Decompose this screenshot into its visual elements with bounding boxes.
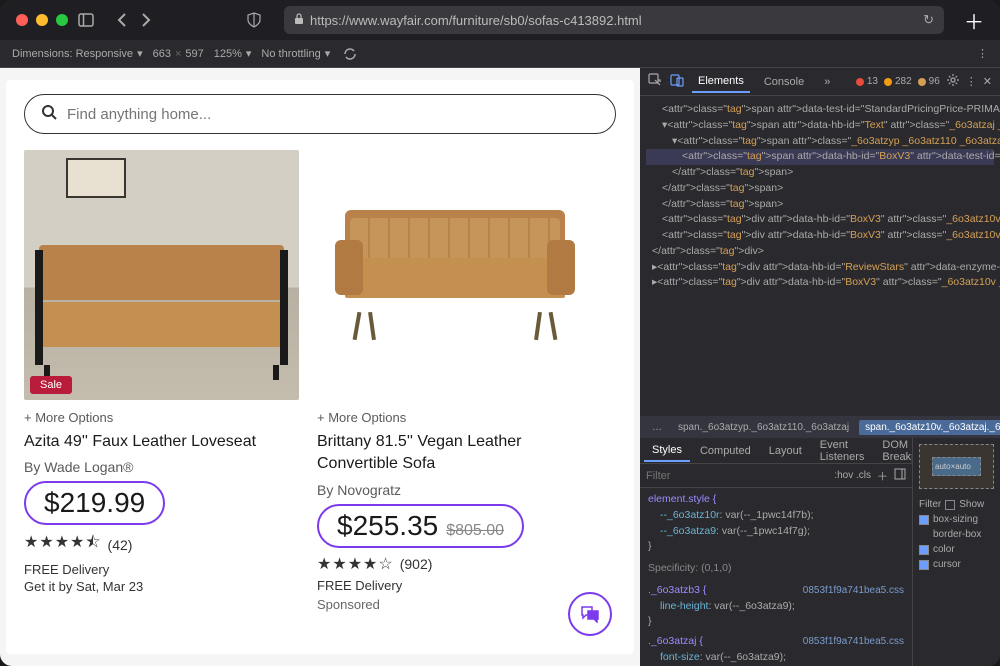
tabs-overflow[interactable]: »: [818, 72, 836, 92]
width-value[interactable]: 663: [153, 48, 171, 60]
devtools-tabs: Elements Console » 13 282 96 ⋮ ✕: [640, 68, 1000, 96]
sidebar-icon[interactable]: [76, 13, 96, 27]
product-brand: By Wade Logan®: [24, 459, 299, 475]
checkbox[interactable]: [919, 515, 929, 525]
shield-icon[interactable]: [244, 12, 264, 28]
close-window[interactable]: [16, 14, 28, 26]
forward-button[interactable]: [136, 13, 156, 27]
back-button[interactable]: [112, 13, 132, 27]
styles-tabs: Styles Computed Layout Event Listeners D…: [640, 438, 912, 464]
reload-icon[interactable]: ↻: [923, 12, 934, 28]
more-options-link[interactable]: + More Options: [317, 410, 592, 425]
product-price: $255.35 $805.00: [317, 504, 524, 548]
tab-computed[interactable]: Computed: [692, 441, 759, 461]
maximize-window[interactable]: [56, 14, 68, 26]
shipping-text: FREE Delivery: [317, 578, 592, 593]
gear-icon[interactable]: [946, 73, 960, 90]
viewport: Sale + More Options Azita 49'' Faux Leat…: [0, 68, 640, 666]
sidebar-toggle-icon[interactable]: [894, 468, 906, 483]
chat-button[interactable]: [568, 592, 612, 636]
browser-titlebar: https://www.wayfair.com/furniture/sb0/so…: [0, 0, 1000, 40]
tab-layout[interactable]: Layout: [761, 441, 810, 461]
sponsored-label: Sponsored: [317, 597, 592, 612]
product-card[interactable]: + More Options Brittany 81.5'' Vegan Lea…: [317, 150, 592, 612]
tab-elements[interactable]: Elements: [692, 71, 750, 93]
device-toolbar: Dimensions: Responsive ▾ 663 × 597 125% …: [0, 40, 1000, 68]
dimensions-dropdown[interactable]: Dimensions: Responsive ▾: [12, 47, 143, 60]
minimize-window[interactable]: [36, 14, 48, 26]
warning-count[interactable]: 282: [884, 76, 912, 87]
dom-tree[interactable]: <attr">class="tag">span attr">data-test-…: [640, 96, 1000, 416]
star-icon: ★★★★⯪: [24, 531, 102, 558]
plus-icon[interactable]: ＋: [877, 468, 888, 484]
product-name[interactable]: Brittany 81.5'' Vegan Leather Convertibl…: [317, 431, 592, 476]
checkbox[interactable]: [945, 500, 955, 510]
nav-arrows: [112, 13, 156, 27]
checkbox[interactable]: [919, 560, 929, 570]
product-image[interactable]: [317, 150, 592, 400]
tab-event-listeners[interactable]: Event Listeners: [812, 438, 873, 467]
inspect-icon[interactable]: [648, 73, 662, 90]
star-icon: ★★★★☆: [317, 554, 394, 574]
devtools-menu-icon[interactable]: ⋮: [966, 75, 977, 88]
product-rating[interactable]: ★★★★☆ (902): [317, 554, 592, 574]
product-price: $219.99: [24, 481, 165, 525]
shipping-text: FREE Delivery: [24, 562, 299, 577]
product-card[interactable]: Sale + More Options Azita 49'' Faux Leat…: [24, 150, 299, 612]
breadcrumb[interactable]: … span._6o3atzyp._6o3atz110._6o3atzaj sp…: [640, 416, 1000, 438]
tab-styles[interactable]: Styles: [644, 440, 690, 462]
box-model[interactable]: auto×auto: [919, 444, 994, 489]
device-menu-icon[interactable]: ⋮: [977, 47, 988, 60]
url-text: https://www.wayfair.com/furniture/sb0/so…: [310, 13, 642, 28]
lock-icon: [294, 13, 304, 28]
product-rating[interactable]: ★★★★⯪ (42): [24, 531, 299, 558]
hov-toggle[interactable]: :hov .cls: [834, 470, 871, 481]
height-value[interactable]: 597: [185, 48, 203, 60]
sale-badge: Sale: [30, 376, 72, 394]
product-image[interactable]: Sale: [24, 150, 299, 400]
device-mode-icon[interactable]: [670, 73, 684, 90]
search-bar[interactable]: [24, 94, 616, 134]
throttle-dropdown[interactable]: No throttling ▾: [261, 47, 330, 60]
devtools-panel: Elements Console » 13 282 96 ⋮ ✕ <attr">…: [640, 68, 1000, 666]
product-brand: By Novogratz: [317, 482, 592, 498]
error-count[interactable]: 13: [856, 76, 878, 87]
tab-console[interactable]: Console: [758, 72, 810, 92]
close-devtools-icon[interactable]: ✕: [983, 75, 992, 88]
rotate-icon[interactable]: [340, 47, 360, 61]
window-controls: [16, 14, 68, 26]
tab-dom-breakpoints[interactable]: DOM Breakpoints: [874, 438, 912, 467]
info-count[interactable]: 96: [918, 76, 940, 87]
product-name[interactable]: Azita 49'' Faux Leather Loveseat: [24, 431, 299, 453]
checkbox[interactable]: [919, 545, 929, 555]
css-rules[interactable]: element.style {--_6o3atz10r: var(--_1pwc…: [640, 488, 912, 666]
delivery-date: Get it by Sat, Mar 23: [24, 579, 299, 594]
search-icon: [41, 104, 57, 125]
new-tab-button[interactable]: ＋: [964, 6, 984, 35]
styles-filter-input[interactable]: [646, 470, 828, 482]
more-options-link[interactable]: + More Options: [24, 410, 299, 425]
computed-sidebar: auto×auto Filter Show box-sizing border-…: [912, 438, 1000, 666]
url-bar[interactable]: https://www.wayfair.com/furniture/sb0/so…: [284, 6, 944, 34]
zoom-dropdown[interactable]: 125% ▾: [214, 47, 252, 60]
search-input[interactable]: [67, 106, 599, 123]
styles-filter: :hov .cls ＋: [640, 464, 912, 488]
